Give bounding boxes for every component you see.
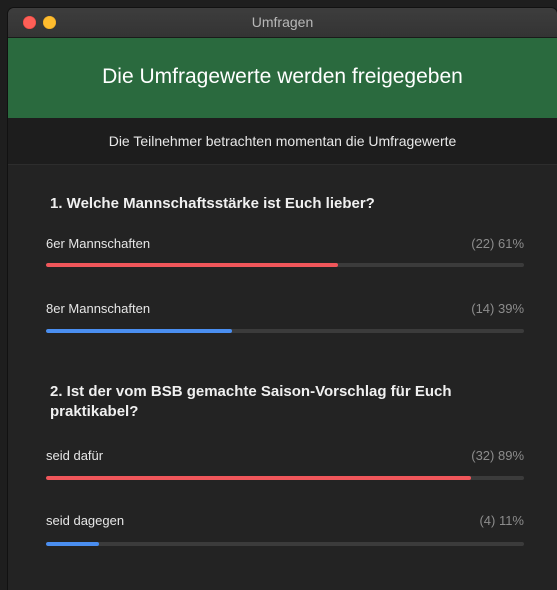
option-result: (32) 89% xyxy=(471,448,524,463)
option-result: (14) 39% xyxy=(471,301,524,316)
window-title: Umfragen xyxy=(251,14,314,30)
option-result: (4) 11% xyxy=(479,513,524,528)
option-result: (22) 61% xyxy=(471,236,524,251)
option-label: 6er Mannschaften xyxy=(46,236,151,251)
question-1-title: 1. Welche Mannschaftsstärke ist Euch lie… xyxy=(50,195,375,212)
option-label: 8er Mannschaften xyxy=(46,301,151,316)
result-bar-track xyxy=(46,476,524,480)
status-banner: Die Umfragewerte werden freigegeben xyxy=(8,38,557,118)
result-bar-fill xyxy=(46,329,233,333)
result-bar-track xyxy=(46,263,524,267)
participant-status-text: Die Teilnehmer betrachten momentan die U… xyxy=(108,133,457,149)
result-bar-fill xyxy=(46,476,472,480)
result-bar-fill xyxy=(46,542,99,546)
option-label: seid dafür xyxy=(46,448,104,463)
result-bar-track xyxy=(46,542,524,546)
question-2-title: 2. Ist der vom BSB gemachte Saison-Vorsc… xyxy=(50,383,452,420)
title-bar[interactable]: Umfragen xyxy=(8,8,557,38)
banner-title: Die Umfragewerte werden freigegeben xyxy=(102,65,463,88)
poll-results-panel: Die Teilnehmer betrachten momentan die U… xyxy=(8,118,557,590)
result-bar-track xyxy=(46,329,524,333)
poll-window: Umfragen Die Umfragewerte werden freigeg… xyxy=(8,8,557,590)
result-bar-fill xyxy=(46,263,338,267)
option-label: seid dagegen xyxy=(46,513,125,528)
participant-status-bar: Die Teilnehmer betrachten momentan die U… xyxy=(8,118,557,165)
